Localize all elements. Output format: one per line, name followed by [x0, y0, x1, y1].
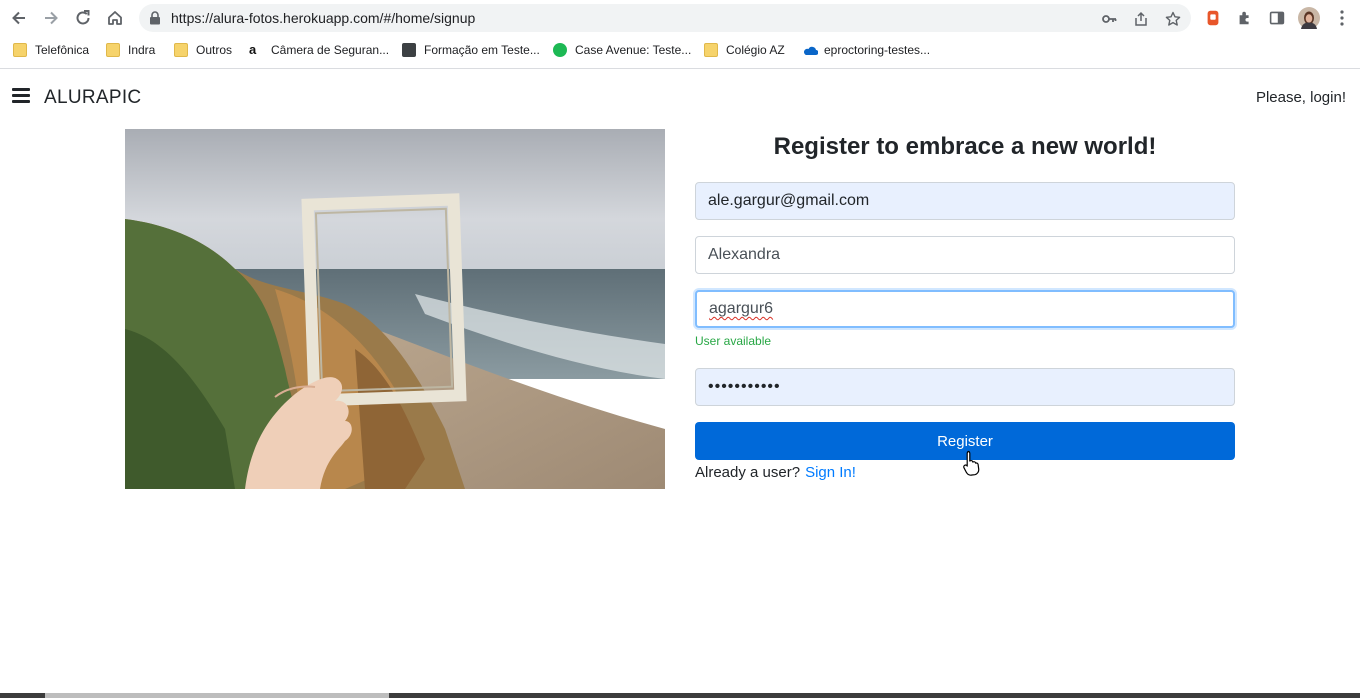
bookmark-telefonica[interactable]: Telefônica	[13, 41, 89, 59]
spotify-icon	[553, 43, 567, 57]
star-icon[interactable]	[1165, 11, 1181, 27]
home-icon[interactable]	[103, 6, 127, 30]
username-value: agargur6	[709, 300, 774, 317]
lock-icon	[150, 11, 160, 25]
onedrive-icon	[802, 43, 819, 57]
menu-hamburger-icon[interactable]	[12, 88, 30, 104]
full-name-field[interactable]: Alexandra	[695, 236, 1235, 274]
app-header: ALURAPIC Please, login!	[0, 69, 1360, 127]
share-icon[interactable]	[1133, 11, 1149, 27]
bookmark-formacao[interactable]: Formação em Teste...	[402, 41, 540, 59]
bookmark-camera[interactable]: a Câmera de Seguran...	[249, 41, 389, 59]
bookmarks-bar: Telefônica Indra Outros a Câmera de Segu…	[0, 38, 1360, 62]
password-value: •••••••••••	[708, 378, 781, 395]
taskbar-segment	[45, 693, 389, 698]
side-panel-icon[interactable]	[1267, 8, 1287, 28]
back-icon[interactable]	[7, 6, 31, 30]
amazon-icon: a	[249, 42, 257, 57]
forward-icon[interactable]	[39, 6, 63, 30]
signup-form: Register to embrace a new world! ale.gar…	[695, 129, 1235, 481]
form-title: Register to embrace a new world!	[773, 133, 1157, 160]
bookmark-eproctoring[interactable]: eproctoring-testes...	[802, 41, 930, 59]
profile-avatar-icon[interactable]	[1298, 7, 1320, 29]
folder-icon	[174, 43, 188, 57]
already-user-text: Already a user? Sign In!	[695, 464, 856, 481]
course-icon	[402, 43, 416, 57]
folder-icon	[13, 43, 27, 57]
browser-chrome: https://alura-fotos.herokuapp.com/#/home…	[0, 0, 1360, 69]
extensions-puzzle-icon[interactable]	[1235, 8, 1255, 28]
hand-cursor-icon	[963, 450, 980, 476]
username-availability-hint: User available	[695, 334, 772, 348]
address-bar[interactable]: https://alura-fotos.herokuapp.com/#/home…	[139, 4, 1191, 32]
bookmark-case-avenue[interactable]: Case Avenue: Teste...	[553, 41, 691, 59]
menu-kebab-icon[interactable]	[1332, 8, 1352, 28]
extension-badge-icon[interactable]	[1203, 8, 1223, 28]
hero-image-frame-photo	[125, 129, 665, 489]
bookmark-indra[interactable]: Indra	[106, 41, 155, 59]
login-prompt-link[interactable]: Please, login!	[1256, 89, 1346, 106]
folder-icon	[106, 43, 120, 57]
bookmark-colegio-az[interactable]: Colégio AZ	[704, 41, 785, 59]
key-icon[interactable]	[1101, 11, 1117, 27]
email-field[interactable]: ale.gargur@gmail.com	[695, 182, 1235, 220]
bookmark-outros[interactable]: Outros	[174, 41, 232, 59]
already-user-label: Already a user?	[695, 464, 801, 481]
folder-icon	[704, 43, 718, 57]
reload-icon[interactable]	[71, 6, 95, 30]
full-name-value: Alexandra	[708, 246, 781, 263]
brand-logo-text[interactable]: ALURAPIC	[44, 87, 141, 109]
browser-toolbar: https://alura-fotos.herokuapp.com/#/home…	[0, 0, 1360, 36]
taskbar-strip	[0, 693, 1360, 698]
url-text: https://alura-fotos.herokuapp.com/#/home…	[171, 10, 476, 26]
username-field[interactable]: agargur6	[695, 290, 1235, 328]
password-field[interactable]: •••••••••••	[695, 368, 1235, 406]
email-value: ale.gargur@gmail.com	[708, 192, 870, 209]
sign-in-link[interactable]: Sign In!	[805, 464, 856, 481]
